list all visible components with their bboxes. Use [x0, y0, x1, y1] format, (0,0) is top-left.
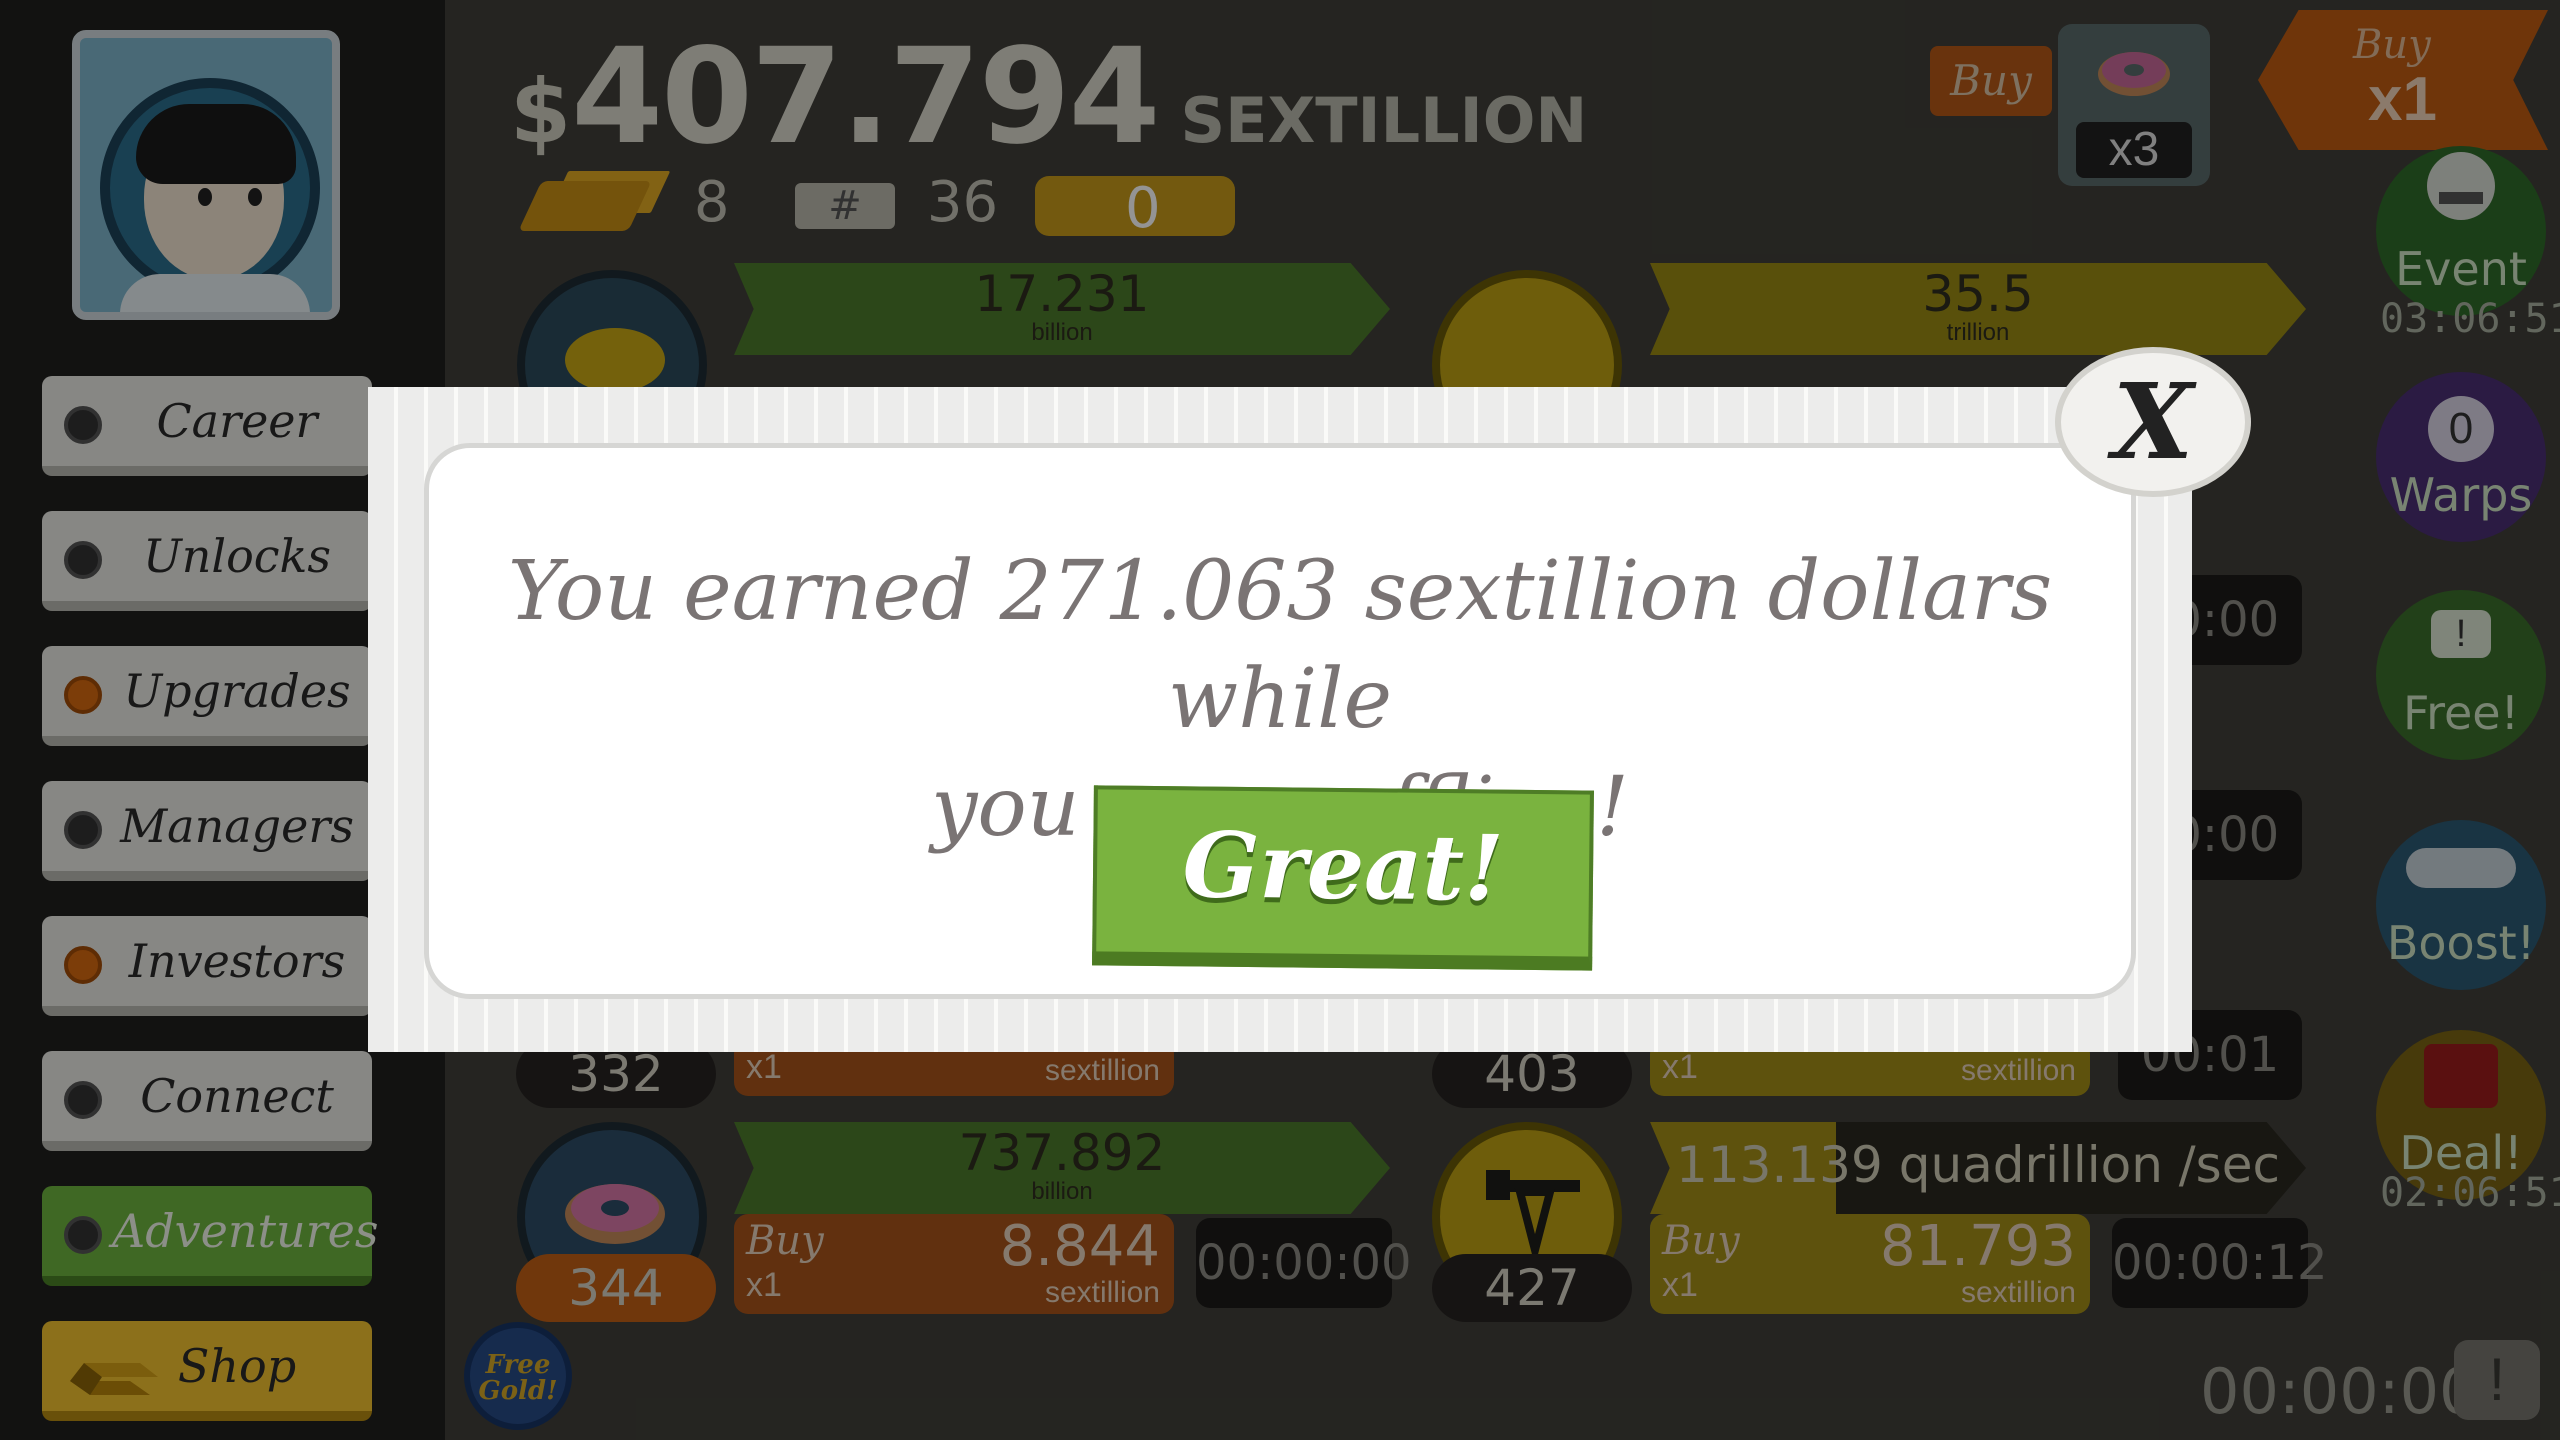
great-button[interactable]: Great! [1092, 785, 1594, 971]
game-screen: Career Unlocks Upgrades Managers Investo… [0, 0, 2560, 1440]
close-dialog-button[interactable]: X [2055, 347, 2251, 497]
dialog-content-panel: You earned 271.063 sextillion dollars wh… [424, 443, 2136, 999]
message-line-1: You earned 271.063 sextillion dollars wh… [507, 544, 2053, 747]
offline-earnings-dialog: You earned 271.063 sextillion dollars wh… [368, 387, 2192, 1052]
